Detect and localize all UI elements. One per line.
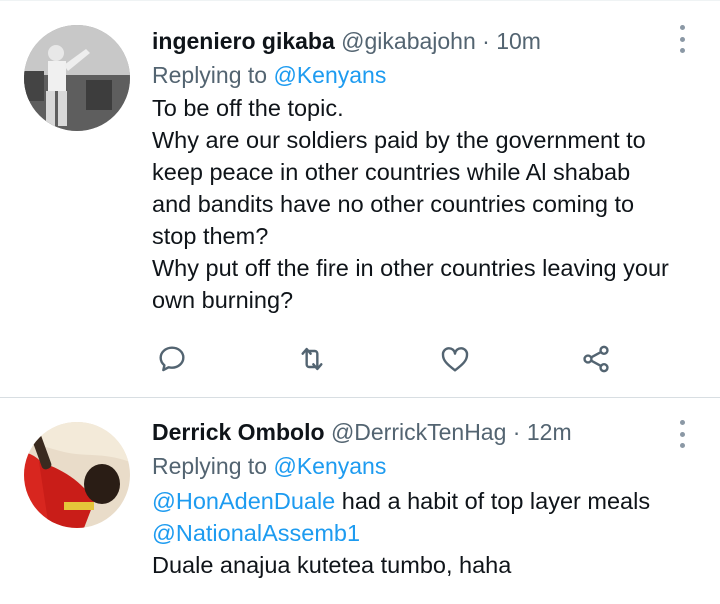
avatar-photo <box>24 25 130 131</box>
more-dot <box>679 25 685 30</box>
tweet-line: @NationalAssemb1 <box>152 517 696 549</box>
tweet[interactable]: ingeniero gikaba @gikabajohn · 10m Reply… <box>0 0 720 397</box>
replying-to-mention[interactable]: @Kenyans <box>273 62 386 88</box>
mention-link[interactable]: @HonAdenDuale <box>152 488 335 514</box>
retweet-button[interactable] <box>292 339 332 379</box>
tweet-actions <box>152 339 622 383</box>
tweet-header: ingeniero gikaba @gikabajohn · 10m <box>152 24 696 58</box>
tweet-line: Duale anajua kutetea tumbo, haha <box>152 552 512 578</box>
more-dot <box>679 48 685 53</box>
more-options-button[interactable] <box>676 420 688 448</box>
replying-to: Replying to @Kenyans <box>152 58 696 92</box>
more-dot <box>679 36 685 42</box>
more-dot <box>679 431 685 437</box>
replying-to-mention[interactable]: @Kenyans <box>273 453 386 479</box>
handle[interactable]: @gikabajohn <box>341 28 476 54</box>
avatar-photo <box>24 422 130 528</box>
tweet-line: Why put off the fire in other countries … <box>152 255 669 281</box>
reply-button[interactable] <box>152 339 192 379</box>
tweet-line: To be off the topic. <box>152 95 344 121</box>
avatar[interactable] <box>24 422 130 528</box>
tweet[interactable]: Derrick Ombolo @DerrickTenHag · 12m Repl… <box>0 397 720 603</box>
display-name[interactable]: Derrick Ombolo <box>152 419 325 445</box>
avatar[interactable] <box>24 25 130 131</box>
tweet-line-text: had a habit of top layer meals <box>335 488 651 514</box>
share-button[interactable] <box>576 339 616 379</box>
display-name[interactable]: ingeniero gikaba <box>152 28 335 54</box>
tweet-header: Derrick Ombolo @DerrickTenHag · 12m <box>152 415 696 449</box>
handle[interactable]: @DerrickTenHag <box>331 419 506 445</box>
mention-link[interactable]: @NationalAssemb1 <box>152 520 360 546</box>
tweet-line: and bandits have no other countries comi… <box>152 191 635 217</box>
tweet-content: Derrick Ombolo @DerrickTenHag · 12m Repl… <box>152 398 696 603</box>
tweet-line: @HonAdenDuale had a habit of top layer m… <box>152 485 696 517</box>
replying-prefix: Replying to <box>152 453 268 479</box>
tweet-line: Why are our soldiers paid by the governm… <box>152 127 646 153</box>
replying-prefix: Replying to <box>152 62 268 88</box>
timestamp[interactable]: 12m <box>527 419 572 445</box>
more-dot <box>679 443 685 448</box>
separator: · <box>512 419 521 445</box>
tweet-line: own burning? <box>152 287 294 313</box>
more-options-button[interactable] <box>676 25 688 53</box>
tweet-content: ingeniero gikaba @gikabajohn · 10m Reply… <box>152 1 696 397</box>
share-icon <box>583 345 609 373</box>
reply-icon <box>159 346 185 372</box>
more-dot <box>679 420 685 425</box>
avatar-column <box>24 398 152 603</box>
like-button[interactable] <box>435 339 475 379</box>
tweet-line: stop them? <box>152 223 269 249</box>
avatar-column <box>24 1 152 397</box>
replying-to: Replying to @Kenyans <box>152 449 696 483</box>
timestamp[interactable]: 10m <box>496 28 541 54</box>
tweet-line: keep peace in other countries while Al s… <box>152 159 631 185</box>
separator: · <box>482 28 490 54</box>
retweet-icon <box>301 347 323 371</box>
tweet-text: @HonAdenDuale had a habit of top layer m… <box>152 485 696 581</box>
like-icon <box>441 347 469 372</box>
tweet-text: To be off the topic. Why are our soldier… <box>152 92 696 316</box>
